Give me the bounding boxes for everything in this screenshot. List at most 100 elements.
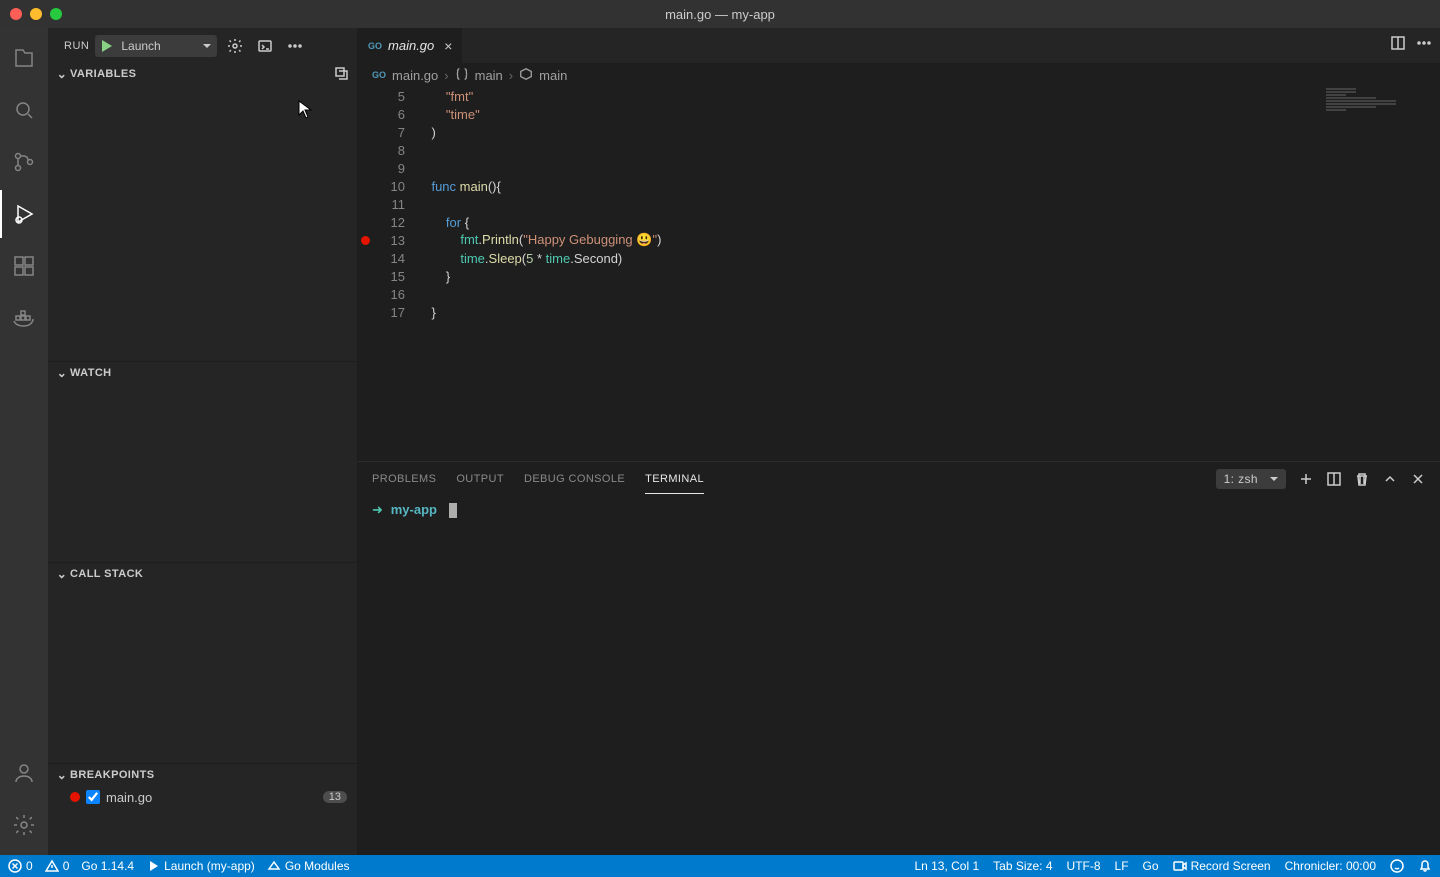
accounts-button[interactable] xyxy=(0,749,48,797)
breadcrumb-package[interactable]: main xyxy=(475,68,503,83)
code-editor[interactable]: 5 "fmt"6 "time"7 ) 8 910 func main(){ 1112 … xyxy=(358,87,1440,461)
search-tab[interactable] xyxy=(0,86,48,134)
panel-tabs: PROBLEMS OUTPUT DEBUG CONSOLE TERMINAL 1… xyxy=(358,462,1440,496)
status-go-version[interactable]: Go 1.14.4 xyxy=(81,859,134,873)
kill-terminal-button[interactable] xyxy=(1354,471,1370,487)
tab-debug-console[interactable]: DEBUG CONSOLE xyxy=(524,465,625,493)
editor-tab-main-go[interactable]: GO main.go × xyxy=(358,28,463,63)
line-number[interactable]: 16 xyxy=(372,287,417,302)
code-line[interactable]: 15 } xyxy=(358,267,1440,285)
breakpoint-dot-icon[interactable] xyxy=(361,236,370,245)
status-go-modules[interactable]: Go Modules xyxy=(267,859,350,873)
breadcrumb-symbol[interactable]: main xyxy=(539,68,567,83)
status-warnings[interactable]: 0 xyxy=(45,859,70,873)
extensions-tab[interactable] xyxy=(0,242,48,290)
editor-tabbar: GO main.go × xyxy=(358,28,1440,63)
status-launch[interactable]: Launch (my-app) xyxy=(146,859,255,873)
status-chronicler[interactable]: Chronicler: 00:00 xyxy=(1285,859,1376,873)
status-bell-icon[interactable] xyxy=(1418,859,1432,873)
tab-output[interactable]: OUTPUT xyxy=(456,465,504,493)
status-encoding[interactable]: UTF-8 xyxy=(1067,859,1101,873)
status-bar: 0 0 Go 1.14.4 Launch (my-app) Go Modules… xyxy=(0,855,1440,877)
line-number[interactable]: 9 xyxy=(372,161,417,176)
code-line[interactable]: 6 "time" xyxy=(358,105,1440,123)
code-line[interactable]: 5 "fmt" xyxy=(358,87,1440,105)
debug-console-icon[interactable] xyxy=(253,34,277,58)
callstack-title: CALL STACK xyxy=(70,568,143,580)
split-editor-icon[interactable] xyxy=(1390,35,1406,56)
source-control-tab[interactable] xyxy=(0,138,48,186)
breadcrumbs[interactable]: GO main.go › main › main xyxy=(358,63,1440,87)
more-actions-icon[interactable] xyxy=(1416,35,1432,56)
tab-terminal[interactable]: TERMINAL xyxy=(645,465,704,494)
breakpoint-checkbox[interactable] xyxy=(86,790,100,804)
code-line[interactable]: 11 xyxy=(358,195,1440,213)
line-number[interactable]: 8 xyxy=(372,143,417,158)
maximize-panel-button[interactable] xyxy=(1382,471,1398,487)
code-line[interactable]: 8 xyxy=(358,141,1440,159)
line-number[interactable]: 10 xyxy=(372,179,417,194)
tab-problems[interactable]: PROBLEMS xyxy=(372,465,436,493)
collapse-all-icon[interactable] xyxy=(333,65,349,84)
go-file-icon: GO xyxy=(368,41,382,51)
line-number[interactable]: 13 xyxy=(372,233,417,248)
breadcrumb-file[interactable]: main.go xyxy=(392,68,438,83)
line-number[interactable]: 7 xyxy=(372,125,417,140)
status-cursor-pos[interactable]: Ln 13, Col 1 xyxy=(914,859,979,873)
line-number[interactable]: 12 xyxy=(372,215,417,230)
code-line[interactable]: 10 func main(){ xyxy=(358,177,1440,195)
run-header: RUN Launch xyxy=(48,28,357,63)
docker-tab[interactable] xyxy=(0,294,48,342)
start-debug-button[interactable] xyxy=(95,38,117,54)
settings-button[interactable] xyxy=(0,801,48,849)
zoom-window-button[interactable] xyxy=(50,8,62,20)
more-icon[interactable] xyxy=(283,34,307,58)
activity-bar xyxy=(0,28,48,855)
code-line[interactable]: 16 xyxy=(358,285,1440,303)
symbol-icon xyxy=(519,67,533,84)
explorer-tab[interactable] xyxy=(0,34,48,82)
breakpoints-header[interactable]: ⌄ BREAKPOINTS xyxy=(48,764,357,786)
callstack-section: ⌄ CALL STACK xyxy=(48,563,357,764)
callstack-header[interactable]: ⌄ CALL STACK xyxy=(48,563,357,585)
code-line[interactable]: 12 for { xyxy=(358,213,1440,231)
debug-sidebar: RUN Launch ⌄ VARIABLES ⌄ WATCH xyxy=(48,28,358,855)
close-panel-button[interactable] xyxy=(1410,471,1426,487)
status-tab-size[interactable]: Tab Size: 4 xyxy=(993,859,1052,873)
line-number[interactable]: 14 xyxy=(372,251,417,266)
run-debug-tab[interactable] xyxy=(0,190,48,238)
variables-header[interactable]: ⌄ VARIABLES xyxy=(48,63,357,85)
terminal-select[interactable]: 1: zsh xyxy=(1216,469,1286,489)
code-line[interactable]: 7 ) xyxy=(358,123,1440,141)
terminal-view[interactable]: ➜ my-app xyxy=(358,496,1440,855)
chevron-down-icon: ⌄ xyxy=(54,366,70,380)
new-terminal-button[interactable] xyxy=(1298,471,1314,487)
line-number[interactable]: 17 xyxy=(372,305,417,320)
line-number[interactable]: 11 xyxy=(372,197,417,212)
code-line[interactable]: 9 xyxy=(358,159,1440,177)
status-record-screen[interactable]: Record Screen xyxy=(1173,859,1271,873)
status-language[interactable]: Go xyxy=(1143,859,1159,873)
line-number[interactable]: 15 xyxy=(372,269,417,284)
bottom-panel: PROBLEMS OUTPUT DEBUG CONSOLE TERMINAL 1… xyxy=(358,461,1440,855)
code-line[interactable]: 13 fmt.Println("Happy Gebugging 😃") xyxy=(358,231,1440,249)
close-window-button[interactable] xyxy=(10,8,22,20)
minimap[interactable] xyxy=(1320,87,1440,461)
split-terminal-button[interactable] xyxy=(1326,471,1342,487)
line-number[interactable]: 6 xyxy=(372,107,417,122)
minimize-window-button[interactable] xyxy=(30,8,42,20)
launch-config-select[interactable]: Launch xyxy=(95,35,217,57)
code-line[interactable]: 17 } xyxy=(358,303,1440,321)
close-tab-button[interactable]: × xyxy=(444,38,452,54)
chevron-right-icon: › xyxy=(509,68,513,83)
editor-area: GO main.go × GO main.go › main › main 5 … xyxy=(358,28,1440,855)
status-eol[interactable]: LF xyxy=(1115,859,1129,873)
titlebar: main.go — my-app xyxy=(0,0,1440,28)
line-number[interactable]: 5 xyxy=(372,89,417,104)
watch-header[interactable]: ⌄ WATCH xyxy=(48,362,357,384)
code-line[interactable]: 14 time.Sleep(5 * time.Second) xyxy=(358,249,1440,267)
gear-icon[interactable] xyxy=(223,34,247,58)
breakpoint-row[interactable]: main.go 13 xyxy=(48,786,357,808)
status-errors[interactable]: 0 xyxy=(8,859,33,873)
status-feedback-icon[interactable] xyxy=(1390,859,1404,873)
